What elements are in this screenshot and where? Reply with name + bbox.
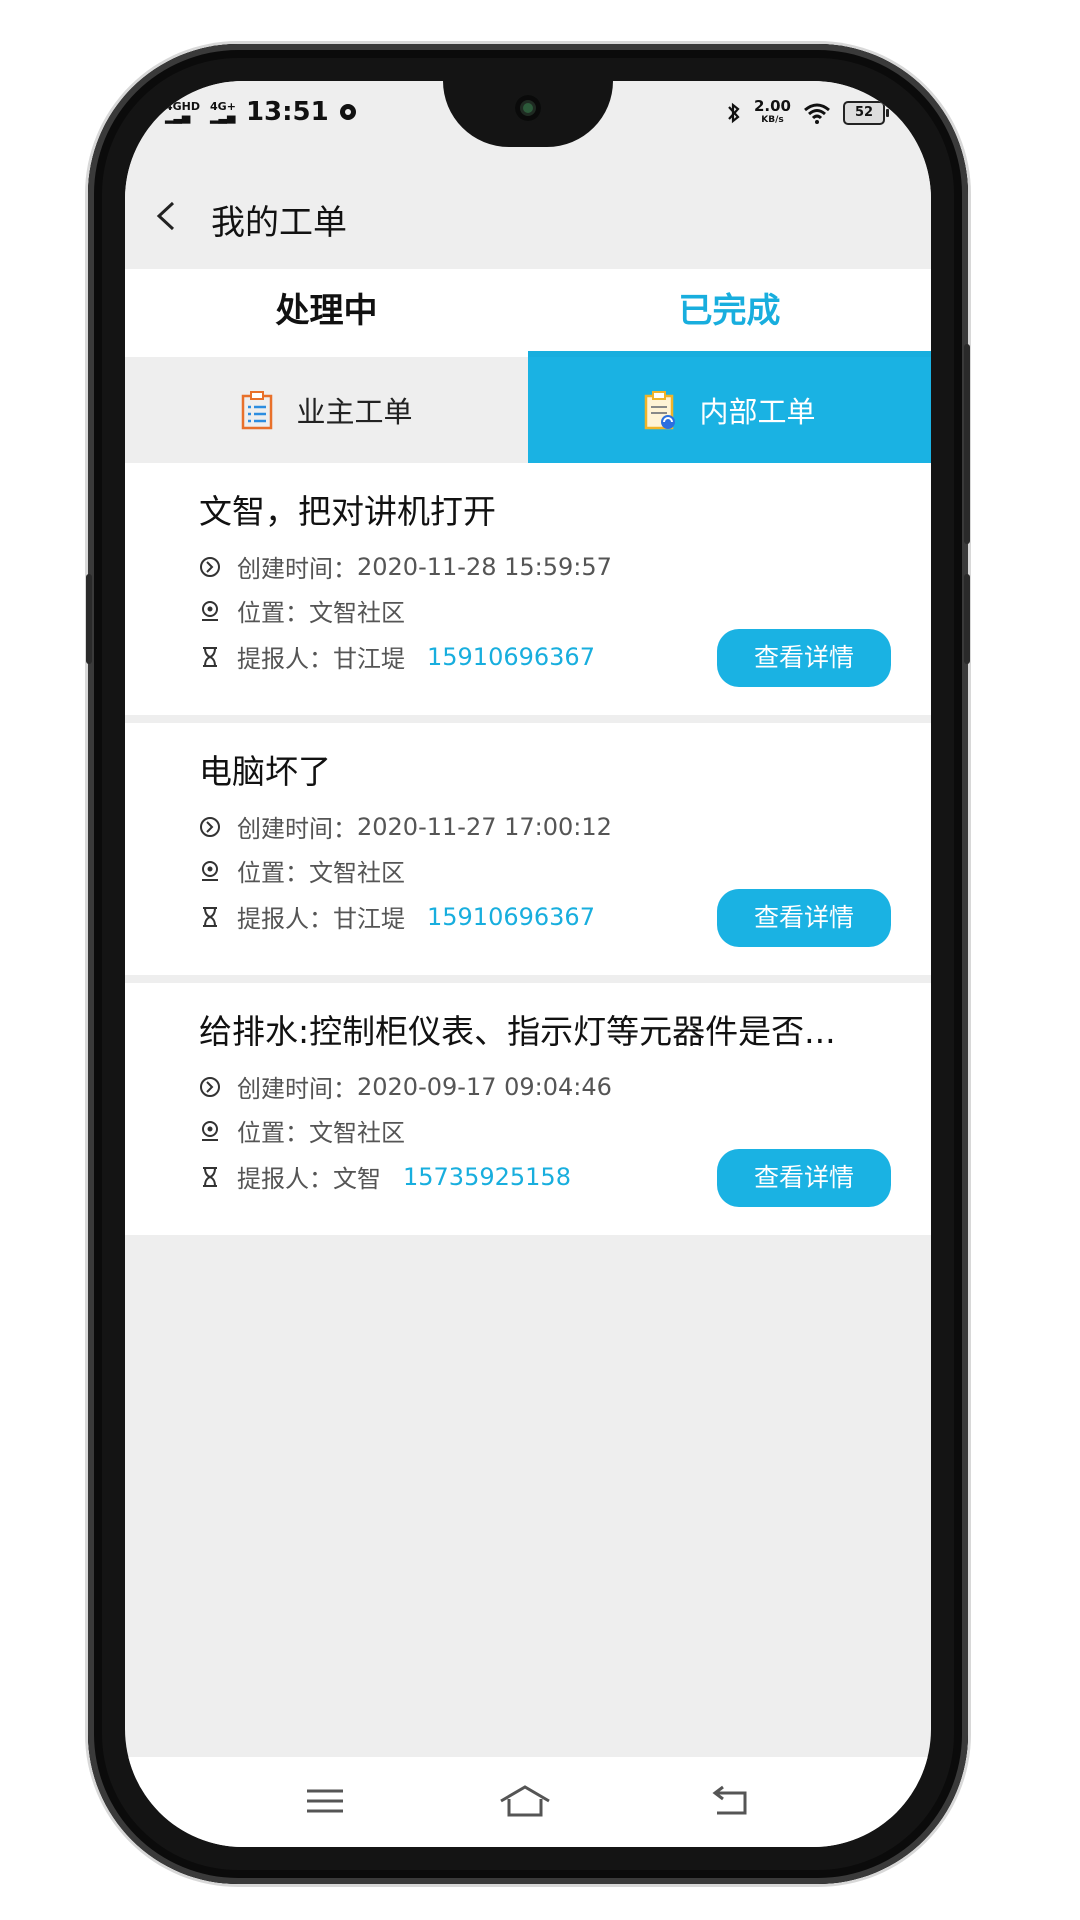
clock-icon bbox=[200, 556, 220, 577]
view-details-button[interactable]: 查看详情 bbox=[717, 1149, 891, 1207]
view-details-button[interactable]: 查看详情 bbox=[717, 629, 891, 687]
created-time-row: 创建时间： 2020-11-27 17:00:12 bbox=[199, 809, 612, 844]
reporter-phone[interactable]: 15910696367 bbox=[427, 903, 595, 931]
system-nav-bar bbox=[125, 1757, 931, 1847]
location: 文智社区 bbox=[309, 859, 405, 887]
status-tabs: 处理中 已完成 bbox=[125, 269, 931, 357]
network-indicator-1: 4GHD ▂▃▅ bbox=[165, 100, 201, 124]
reporter-phone[interactable]: 15735925158 bbox=[403, 1163, 571, 1191]
created-time: 2020-11-28 15:59:57 bbox=[357, 552, 612, 581]
order-title: 文智，把对讲机打开 bbox=[199, 492, 496, 531]
subtab-owner-label: 业主工单 bbox=[296, 395, 413, 429]
return-icon[interactable] bbox=[707, 1781, 751, 1821]
reporter-name: 文智 bbox=[333, 1165, 381, 1193]
back-arrow-icon[interactable] bbox=[153, 201, 183, 231]
reporter-phone[interactable]: 15910696367 bbox=[427, 643, 595, 671]
clipboard-icon bbox=[242, 391, 273, 430]
bluetooth-icon bbox=[728, 102, 740, 124]
location-pin-icon bbox=[202, 860, 218, 881]
subtab-internal-orders[interactable]: 内部工单 bbox=[528, 357, 931, 463]
order-card[interactable]: 文智，把对讲机打开 创建时间： 2020-11-28 15:59:57 位置： 文智… bbox=[125, 463, 931, 715]
subtab-owner-orders[interactable]: 业主工单 bbox=[125, 357, 528, 463]
location-row: 位置： 文智社区 bbox=[199, 853, 405, 888]
tab-processing[interactable]: 处理中 bbox=[125, 269, 528, 357]
battery-indicator: 52 bbox=[843, 101, 889, 125]
reporter-name: 甘江堤 bbox=[333, 645, 405, 673]
home-icon[interactable] bbox=[497, 1781, 553, 1821]
phone-frame: 4GHD ▂▃▅ 4G+ ▂▃▅ 13:51 2.00 KB/s 52 我的工单 处理… bbox=[86, 44, 970, 1884]
created-time: 2020-11-27 17:00:12 bbox=[357, 812, 612, 841]
location-row: 位置： 文智社区 bbox=[199, 1113, 405, 1148]
hourglass-icon bbox=[203, 1166, 217, 1187]
hourglass-icon bbox=[203, 906, 217, 927]
location-status-icon bbox=[339, 104, 356, 120]
side-button bbox=[964, 344, 970, 544]
order-card[interactable]: 电脑坏了 创建时间： 2020-11-27 17:00:12 位置： 文智社区 提报… bbox=[125, 723, 931, 975]
clock-icon bbox=[200, 1076, 220, 1097]
view-details-button[interactable]: 查看详情 bbox=[717, 889, 891, 947]
volume-button bbox=[86, 574, 92, 664]
order-list: 文智，把对讲机打开 创建时间： 2020-11-28 15:59:57 位置： 文智… bbox=[125, 463, 931, 1243]
app-header: 我的工单 bbox=[125, 161, 931, 269]
location-row: 位置： 文智社区 bbox=[199, 593, 405, 628]
page-title: 我的工单 bbox=[211, 203, 347, 243]
location-pin-icon bbox=[202, 600, 218, 621]
camera bbox=[515, 95, 541, 121]
location: 文智社区 bbox=[309, 1119, 405, 1147]
screen: 4GHD ▂▃▅ 4G+ ▂▃▅ 13:51 2.00 KB/s 52 我的工单 处理… bbox=[125, 81, 931, 1847]
order-card[interactable]: 给排水:控制柜仪表、指示灯等元器件是否... 创建时间： 2020-09-17 0… bbox=[125, 983, 931, 1235]
reporter-row: 提报人： 文智 15735925158 bbox=[199, 1159, 571, 1194]
reporter-row: 提报人： 甘江堤 15910696367 bbox=[199, 899, 595, 934]
subtab-internal-label: 内部工单 bbox=[699, 395, 816, 429]
wifi-icon bbox=[804, 103, 830, 124]
power-button bbox=[964, 574, 970, 664]
reporter-row: 提报人： 甘江堤 15910696367 bbox=[199, 639, 595, 674]
tab-completed[interactable]: 已完成 bbox=[528, 269, 931, 357]
location: 文智社区 bbox=[309, 599, 405, 627]
created-time-row: 创建时间： 2020-11-28 15:59:57 bbox=[199, 549, 612, 584]
location-pin-icon bbox=[202, 1120, 218, 1141]
menu-icon[interactable] bbox=[303, 1781, 347, 1821]
reporter-name: 甘江堤 bbox=[333, 905, 405, 933]
order-title: 电脑坏了 bbox=[199, 752, 331, 791]
network-indicator-2: 4G+ ▂▃▅ bbox=[210, 100, 236, 124]
clipboard-sync-icon bbox=[645, 391, 676, 430]
order-title: 给排水:控制柜仪表、指示灯等元器件是否... bbox=[199, 1012, 836, 1051]
created-time-row: 创建时间： 2020-09-17 09:04:46 bbox=[199, 1069, 612, 1104]
type-tabs: 业主工单 内部工单 bbox=[125, 357, 931, 463]
hourglass-icon bbox=[203, 646, 217, 667]
clock-icon bbox=[200, 816, 220, 837]
network-speed: 2.00 KB/s bbox=[753, 97, 791, 126]
status-time: 13:51 bbox=[245, 97, 329, 127]
created-time: 2020-09-17 09:04:46 bbox=[357, 1072, 612, 1101]
